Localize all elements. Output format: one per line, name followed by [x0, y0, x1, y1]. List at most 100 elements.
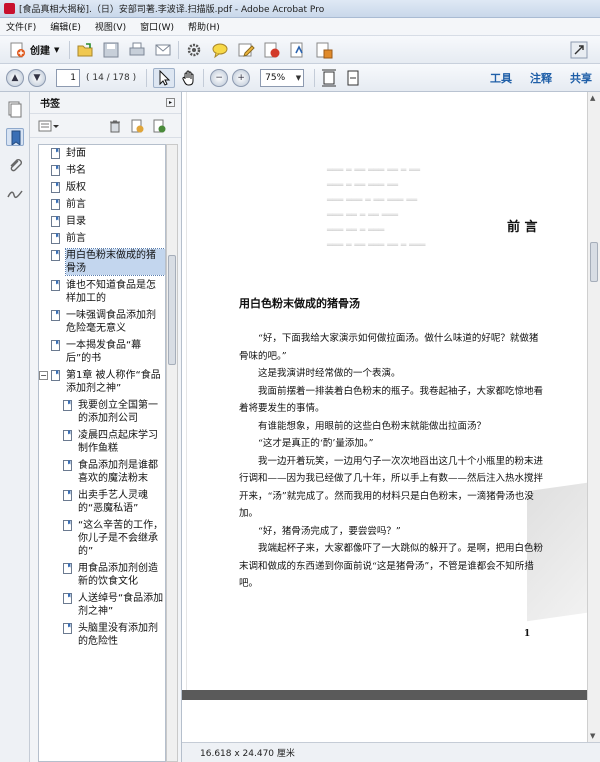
bookmark-item[interactable]: 前言 — [39, 230, 165, 247]
create-button[interactable]: 创建 ▼ — [6, 40, 63, 60]
bookmark-label: 用食品添加剂创造新的饮食文化 — [78, 563, 158, 587]
create-label: 创建 — [30, 46, 50, 57]
bookmark-item[interactable]: 头脑里没有添加剂的危险性 — [39, 620, 165, 650]
menu-view[interactable]: 视图(V) — [95, 20, 126, 33]
bookmark-item[interactable]: 谁也不知道食品是怎样加工的 — [39, 277, 165, 307]
bookmark-item[interactable]: 人送绰号“食品添加剂之神” — [39, 590, 165, 620]
edit-button[interactable] — [237, 40, 256, 60]
trash-icon[interactable] — [108, 119, 122, 133]
select-tool-button[interactable] — [153, 67, 176, 88]
previous-page-button[interactable]: ▲ — [6, 68, 24, 87]
bookmark-item[interactable]: 一本揭发食品“幕后”的书 — [39, 337, 165, 367]
comment-button[interactable] — [211, 40, 229, 60]
bookmark-item[interactable]: 书名 — [39, 162, 165, 179]
bookmark-label: 版权 — [66, 182, 86, 193]
bookmark-item[interactable]: 用白色粉末做成的猪骨汤 — [39, 247, 165, 277]
scroll-down-icon[interactable]: ▼ — [590, 732, 595, 740]
print-button[interactable] — [128, 40, 146, 60]
expand-button[interactable] — [570, 40, 588, 60]
bookmark-list[interactable]: 封面 书名 版权 前言 目录 前言 用白色粉末做成的猪骨汤 谁也不知道食品是怎样加工的 一味强调… — [38, 144, 166, 762]
bookmark-scrollbar[interactable] — [166, 144, 178, 762]
scroll-up-icon[interactable]: ▲ — [590, 94, 595, 102]
email-button[interactable] — [154, 40, 172, 60]
bookmark-label: 第1章 被人称作“食品添加剂之神” — [66, 370, 161, 394]
navigation-pane-strip — [0, 92, 30, 762]
new-bookmark-icon[interactable] — [130, 119, 144, 133]
bookmark-item[interactable]: “这么辛苦的工作，你儿子是不会继承的” — [39, 517, 165, 560]
window-title: [食品真相大揭秘].（日）安部司著.李波译.扫描版.pdf - Adobe Ac… — [19, 5, 325, 15]
bookmark-label: 我要创立全国第一的添加剂公司 — [78, 400, 158, 424]
signatures-icon[interactable] — [6, 184, 24, 202]
next-page-button[interactable]: ▼ — [28, 68, 46, 87]
bookmark-icon — [63, 400, 72, 411]
bookmark-item[interactable]: 食品添加剂是谁都喜欢的魔法粉末 — [39, 457, 165, 487]
fit-width-icon — [347, 70, 359, 85]
bookmark-item[interactable]: 凌晨四点起床学习制作鱼糕 — [39, 427, 165, 457]
bookmark-item[interactable]: 用食品添加剂创造新的饮食文化 — [39, 560, 165, 590]
menu-help[interactable]: 帮助(H) — [188, 20, 220, 33]
bookmark-item[interactable]: 目录 — [39, 213, 165, 230]
fit-page-icon — [322, 69, 337, 86]
bookmark-label: 食品添加剂是谁都喜欢的魔法粉末 — [78, 460, 158, 484]
bookmark-label: 用白色粉末做成的猪骨汤 — [65, 248, 165, 276]
sign-button[interactable] — [289, 40, 307, 60]
fit-page-button[interactable] — [321, 68, 337, 88]
bookmark-item[interactable]: 出卖手艺人灵魂的“恶魔私语” — [39, 487, 165, 517]
paragraph: 有谁能想象，用眼前的这些白色粉末就能做出拉面汤？ — [258, 420, 487, 432]
bookmark-icon — [63, 563, 72, 574]
bookmark-item[interactable]: 版权 — [39, 179, 165, 196]
menu-file[interactable]: 文件(F) — [6, 20, 36, 33]
bookmark-label: 书名 — [66, 165, 86, 176]
menu-window[interactable]: 窗口(W) — [140, 20, 174, 33]
main-toolbar: 创建 ▼ — [0, 36, 600, 64]
comment-link[interactable]: 注释 — [530, 70, 552, 86]
attachments-icon[interactable] — [6, 156, 24, 174]
save-button[interactable] — [102, 40, 120, 60]
bookmark-icon — [63, 460, 72, 471]
cursor-icon — [159, 69, 171, 86]
bookmark-item[interactable]: − 第1章 被人称作“食品添加剂之神” — [39, 367, 165, 397]
section-title: 用白色粉末做成的猪骨汤 — [239, 297, 360, 310]
page-thumbnails-icon[interactable] — [6, 100, 24, 118]
paragraph: 这是我演讲时经常做的一个表演。 — [258, 368, 401, 379]
fit-width-button[interactable] — [345, 68, 361, 88]
zoom-select[interactable]: 75% ▼ — [260, 68, 305, 87]
edit-icon — [238, 43, 256, 57]
bookmarks-panel-icon[interactable] — [5, 128, 24, 146]
arrow-down-icon: ▼ — [33, 72, 41, 83]
page-size-readout: 16.618 x 24.470 厘米 — [200, 749, 295, 759]
menu-edit[interactable]: 编辑(E) — [50, 20, 81, 33]
scrollbar-thumb[interactable] — [168, 255, 176, 365]
tools-link[interactable]: 工具 — [490, 70, 512, 86]
bookmark-label: 前言 — [66, 233, 86, 244]
navigation-toolbar: ▲ ▼ 1 ( 14 / 178 ) − + 75% ▼ 工具 注释 共享 — [0, 64, 600, 92]
page-number-input[interactable]: 1 — [56, 68, 80, 87]
options-menu-icon[interactable] — [38, 119, 60, 133]
bookmark-label: “这么辛苦的工作，你儿子是不会继承的” — [78, 520, 164, 557]
collapse-pane-button[interactable]: ▸ — [166, 98, 175, 107]
share-button[interactable] — [315, 40, 333, 60]
bookmark-item[interactable]: 一味强调食品添加剂危险毫无意义 — [39, 307, 165, 337]
share-link[interactable]: 共享 — [570, 70, 592, 86]
settings-button[interactable] — [185, 40, 203, 60]
hand-tool-button[interactable] — [181, 68, 197, 88]
chapter-title: 前 言 — [507, 220, 538, 235]
bookmark-label: 目录 — [66, 216, 86, 227]
bookmark-item[interactable]: 封面 — [39, 145, 165, 162]
bookmarks-title: 书签 — [40, 99, 60, 110]
document-scrollbar[interactable]: ▲ ▼ — [587, 92, 600, 742]
secure-button[interactable] — [263, 40, 281, 60]
expand-bookmark-icon[interactable] — [152, 119, 166, 133]
task-pane-links: 工具 注释 共享 — [472, 64, 592, 92]
document-view[interactable]: ═══ ═ ══ ═══ ══ ═ ══ ═══ ═ ══ ═══ ══ ═══ ═… — [182, 92, 600, 742]
collapse-toggle-icon[interactable]: − — [39, 371, 48, 380]
zoom-value: 75% — [265, 72, 286, 83]
open-button[interactable] — [76, 40, 94, 60]
zoom-in-button[interactable]: + — [232, 68, 251, 87]
scrollbar-thumb[interactable] — [590, 242, 598, 282]
bookmark-item[interactable]: 前言 — [39, 196, 165, 213]
toolbar-divider — [314, 68, 316, 87]
bookmark-icon — [51, 370, 60, 381]
zoom-out-button[interactable]: − — [210, 68, 229, 87]
bookmark-item[interactable]: 我要创立全国第一的添加剂公司 — [39, 397, 165, 427]
